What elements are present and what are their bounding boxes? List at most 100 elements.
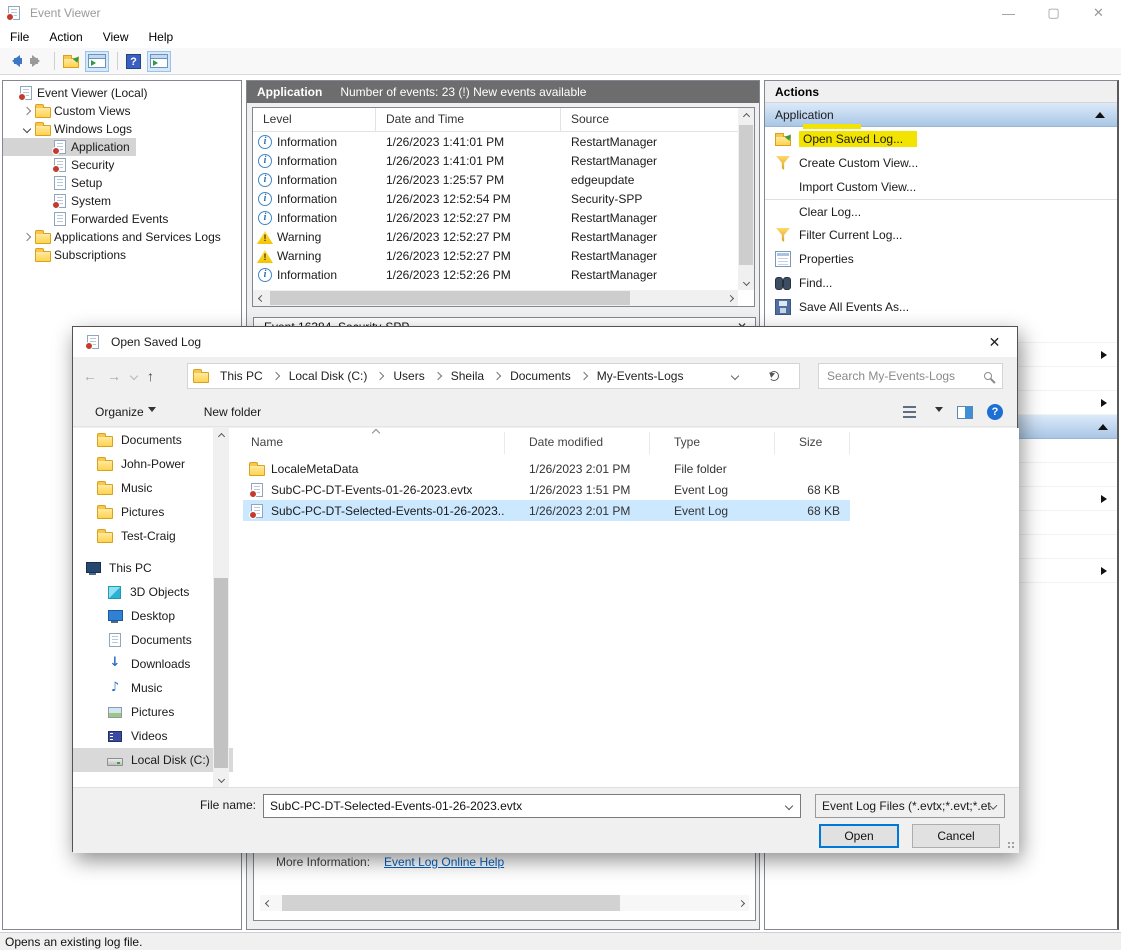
cancel-button[interactable]: Cancel xyxy=(912,824,1000,848)
event-row[interactable]: Information 1/26/2023 12:52:54 PM Securi… xyxy=(253,189,738,208)
sidebar-quick-item[interactable]: Documents xyxy=(73,428,233,452)
action-item[interactable]: Properties xyxy=(765,247,1117,271)
sidebar-quick-item[interactable]: John-Power xyxy=(73,452,233,476)
collapse-section-icon[interactable] xyxy=(1095,112,1105,118)
scroll-up-icon[interactable] xyxy=(213,428,229,444)
forward-icon[interactable] xyxy=(29,55,46,67)
refresh-button[interactable] xyxy=(748,363,800,389)
events-vertical-scrollbar[interactable] xyxy=(738,108,754,290)
tree-item[interactable]: Applications and Services Logs xyxy=(3,228,227,246)
event-row[interactable]: Information 1/26/2023 12:52:27 PM Restar… xyxy=(253,208,738,227)
change-view-icon[interactable] xyxy=(903,406,916,418)
file-row[interactable]: SubC-PC-DT-Selected-Events-01-26-2023...… xyxy=(243,500,850,521)
scroll-right-icon[interactable] xyxy=(722,290,738,306)
open-button[interactable]: Open xyxy=(819,824,899,848)
menu-item[interactable]: Help xyxy=(139,27,184,47)
sidebar-quick-item[interactable]: Test-Craig xyxy=(73,524,233,548)
show-hide-console-tree-button[interactable] xyxy=(85,51,109,72)
scroll-left-icon[interactable] xyxy=(253,290,269,306)
sidebar-item[interactable]: Local Disk (C:) xyxy=(73,748,233,772)
sidebar-item[interactable]: Pictures xyxy=(73,700,233,724)
action-item[interactable]: Create Custom View... xyxy=(765,151,1117,175)
preview-pane-icon[interactable] xyxy=(957,406,973,419)
tree-item[interactable]: Subscriptions xyxy=(3,246,132,264)
event-row[interactable]: Warning 1/26/2023 12:52:27 PM RestartMan… xyxy=(253,246,738,265)
tree-expander-icon[interactable] xyxy=(23,233,31,241)
event-row[interactable]: Information 1/26/2023 12:52:26 PM Restar… xyxy=(253,265,738,284)
action-item[interactable]: Save All Events As... xyxy=(765,295,1117,319)
sidebar-item[interactable]: Music xyxy=(73,676,233,700)
tree-item[interactable]: Setup xyxy=(3,174,108,192)
column-name[interactable]: Name xyxy=(243,432,505,454)
resize-grip[interactable] xyxy=(1008,842,1016,850)
file-type-combobox[interactable]: Event Log Files (*.evtx;*.evt;*.et xyxy=(815,794,1005,818)
sidebar-item[interactable]: Videos xyxy=(73,724,233,748)
events-horizontal-scrollbar[interactable] xyxy=(253,290,738,306)
sidebar-item[interactable]: Downloads xyxy=(73,652,233,676)
address-dropdown-icon[interactable] xyxy=(731,372,739,380)
sidebar-item[interactable]: Desktop xyxy=(73,604,233,628)
close-button[interactable]: ✕ xyxy=(1076,0,1121,26)
event-row[interactable]: Information 1/26/2023 1:41:01 PM Restart… xyxy=(253,151,738,170)
event-row[interactable]: Information 1/26/2023 1:25:57 PM edgeupd… xyxy=(253,170,738,189)
file-row[interactable]: LocaleMetaData 1/26/2023 2:01 PM File fo… xyxy=(243,458,850,479)
breadcrumb-item[interactable]: My-Events-Logs xyxy=(592,369,689,383)
action-item[interactable]: Find... xyxy=(765,271,1117,295)
action-item[interactable]: Import Custom View... xyxy=(765,175,1117,199)
event-row[interactable]: Warning 1/26/2023 12:52:27 PM RestartMan… xyxy=(253,227,738,246)
menu-item[interactable]: Action xyxy=(39,27,92,47)
search-input[interactable] xyxy=(827,369,967,383)
organize-button[interactable]: Organize xyxy=(95,405,156,419)
maximize-button[interactable]: ▢ xyxy=(1031,0,1076,26)
back-icon[interactable]: ← xyxy=(83,368,97,384)
sidebar-item-this-pc[interactable]: This PC xyxy=(73,556,233,580)
scroll-down-icon[interactable] xyxy=(738,274,754,290)
recent-locations-icon[interactable] xyxy=(130,372,138,380)
sidebar-item[interactable]: 3D Objects xyxy=(73,580,233,604)
tree-item[interactable]: Event Viewer (Local) xyxy=(3,84,154,102)
tree-item[interactable]: Forwarded Events xyxy=(3,210,174,228)
tree-expander-icon[interactable] xyxy=(23,107,31,115)
action-item[interactable]: Open Saved Log... xyxy=(765,127,1117,151)
view-options-caret-icon[interactable] xyxy=(935,407,943,416)
tree-expander-icon[interactable] xyxy=(23,125,31,133)
menu-item[interactable]: View xyxy=(93,27,139,47)
menu-item[interactable]: File xyxy=(0,27,39,47)
column-datetime[interactable]: Date and Time xyxy=(376,108,561,131)
scroll-down-icon[interactable] xyxy=(213,771,229,787)
preview-horizontal-scrollbar[interactable] xyxy=(260,895,749,911)
event-row[interactable]: Information 1/26/2023 1:41:01 PM Restart… xyxy=(253,132,738,151)
breadcrumb-item[interactable]: Documents xyxy=(505,369,592,383)
column-type[interactable]: Type xyxy=(650,432,775,454)
breadcrumb-item[interactable]: This PC xyxy=(215,369,284,383)
new-folder-button[interactable]: New folder xyxy=(204,405,261,419)
tree-item[interactable]: Security xyxy=(3,156,120,174)
tree-item[interactable]: Windows Logs xyxy=(3,120,138,138)
scroll-up-icon[interactable] xyxy=(738,108,754,124)
sidebar-quick-item[interactable]: Pictures xyxy=(73,500,233,524)
column-level[interactable]: Level xyxy=(253,108,376,131)
tree-item[interactable]: Custom Views xyxy=(3,102,136,120)
tree-item[interactable]: System xyxy=(3,192,117,210)
file-name-combobox[interactable] xyxy=(263,794,801,818)
action-item[interactable]: Clear Log... xyxy=(765,199,1117,223)
help-icon[interactable] xyxy=(987,404,1003,420)
up-icon[interactable]: ↑ xyxy=(147,368,154,384)
tree-item[interactable]: Application xyxy=(3,138,136,156)
column-size[interactable]: Size xyxy=(775,432,850,454)
minimize-button[interactable]: — xyxy=(986,0,1031,26)
help-icon[interactable] xyxy=(126,54,141,69)
file-name-input[interactable] xyxy=(264,799,786,813)
event-log-online-help-link[interactable]: Event Log Online Help xyxy=(384,855,504,869)
breadcrumb-item[interactable]: Sheila xyxy=(446,369,505,383)
forward-icon[interactable]: → xyxy=(107,368,121,384)
sidebar-item[interactable]: Documents xyxy=(73,628,233,652)
sidebar-scrollbar[interactable] xyxy=(213,428,229,787)
file-row[interactable]: SubC-PC-DT-Events-01-26-2023.evtx 1/26/2… xyxy=(243,479,850,500)
scroll-right-icon[interactable] xyxy=(733,895,749,911)
search-box[interactable] xyxy=(818,363,1003,389)
open-saved-log-icon[interactable] xyxy=(63,58,79,68)
column-date-modified[interactable]: Date modified xyxy=(505,432,650,454)
breadcrumb-item[interactable]: Users xyxy=(388,369,445,383)
action-item[interactable]: Filter Current Log... xyxy=(765,223,1117,247)
